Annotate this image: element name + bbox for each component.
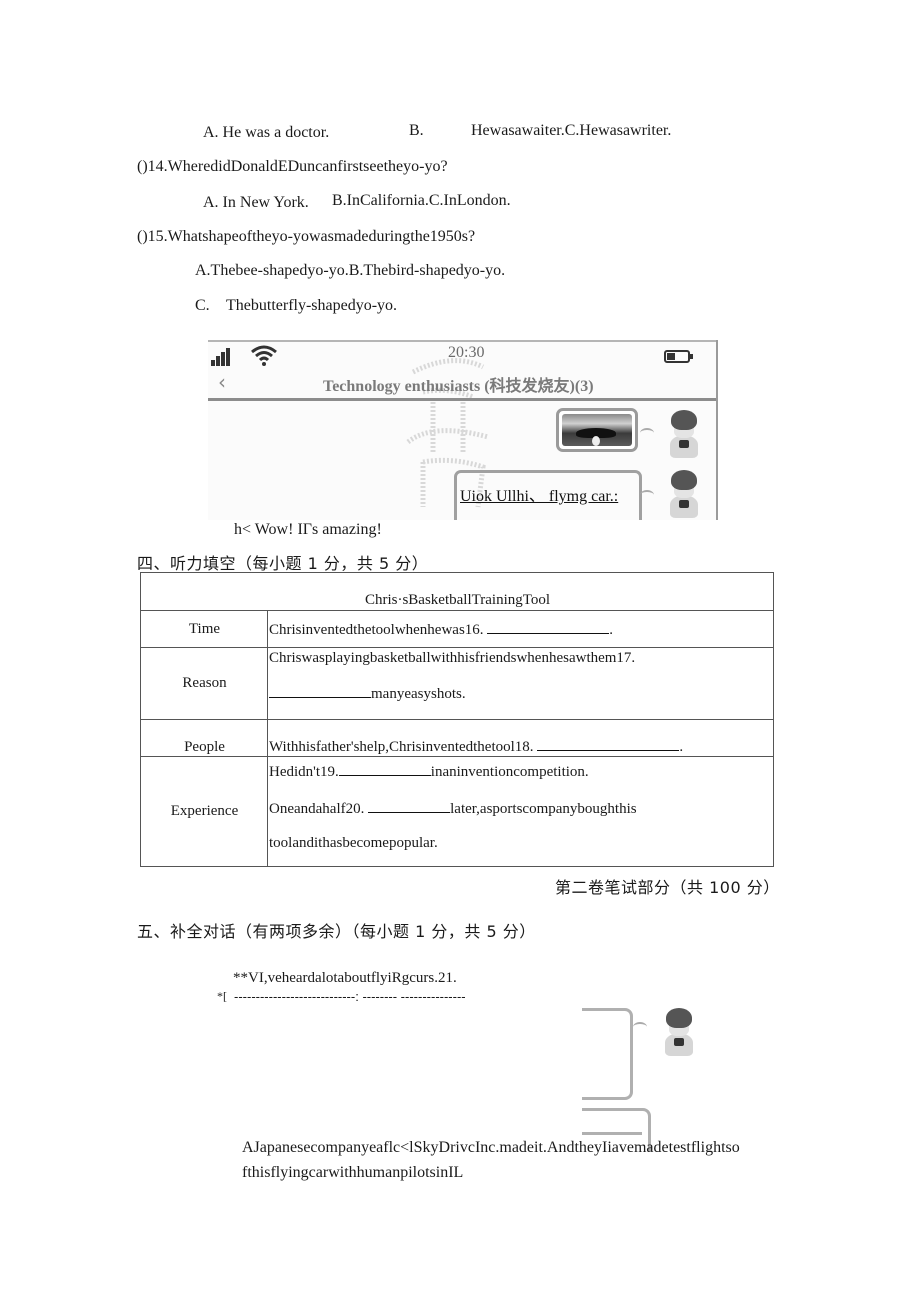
- avatar-boy[interactable]: [660, 1008, 698, 1056]
- answer-blank-16[interactable]: [487, 619, 610, 634]
- answer-blank-19[interactable]: [338, 761, 431, 776]
- answer-blank-18[interactable]: [537, 736, 680, 751]
- q15-stem: ()15.Whatshapeoftheyo-yowasmadeduringthe…: [137, 228, 476, 245]
- signal-bars-icon: [211, 348, 233, 366]
- section4-heading: 四、听力填空（每小题 1 分，共 5 分）: [137, 554, 429, 573]
- battery-level: [667, 353, 675, 360]
- row-content: Hedidn't19. inaninventioncompetition. One…: [267, 756, 774, 867]
- answer-blank-17[interactable]: [269, 683, 371, 698]
- avatar-boy[interactable]: [665, 410, 703, 458]
- table-row: Time Chrisinventedthetoolwhenhewas16. .: [140, 610, 774, 648]
- table-row: Reason Chriswasplayingbasketballwithhisf…: [140, 647, 774, 720]
- row-content: Chriswasplayingbasketballwithhisfriendsw…: [267, 647, 774, 720]
- q13-options-b-c: Hewasawaiter.C.Hewasawriter.: [471, 122, 672, 139]
- back-chevron-icon[interactable]: ‹: [218, 370, 226, 394]
- part2-note: 第二卷笔试部分（共 100 分）: [555, 878, 780, 897]
- image-message-bubble[interactable]: [556, 408, 638, 452]
- header-divider: [208, 398, 716, 401]
- bubble-tail: [640, 428, 654, 438]
- q15-option-c-label: C.: [195, 297, 210, 314]
- section5-heading: 五、补全对话（有两项多余）（每小题 1 分，共 5 分）: [137, 922, 536, 941]
- chat-title: Technology enthusiasts (科技发烧友)(3): [323, 378, 594, 395]
- answer-blank-20[interactable]: [368, 798, 451, 813]
- wifi-icon: [251, 345, 277, 366]
- q14-stem: ()14.WheredidDonaldEDuncanfirstseetheyo-…: [137, 158, 448, 175]
- answer-paragraph-line-2: fthisflyingcarwithhumanpilotsinIL: [242, 1164, 464, 1181]
- table-row: Experience Hedidn't19. inaninventioncompe…: [140, 756, 774, 867]
- battery-icon: [664, 350, 693, 363]
- row-content: Chrisinventedthetoolwhenhewas16. .: [267, 610, 774, 648]
- row-label: People: [140, 719, 268, 757]
- avatar-boy[interactable]: [665, 470, 703, 518]
- q15-options-a-b: A.Thebee-shapedyo-yo.B.Thebird-shapedyo-…: [195, 262, 506, 279]
- bubble-tail: [633, 1022, 647, 1032]
- row-label: Time: [140, 610, 268, 648]
- table-title: Chris·sBasketballTrainingTool: [140, 572, 774, 611]
- dialogue-line-2-prefix: *[: [217, 989, 227, 1003]
- row-content: Withhisfather'shelp,Chrisinventedthetool…: [267, 719, 774, 757]
- status-time: 20:30: [448, 344, 485, 361]
- answer-dashes-21[interactable]: ----------------------------: -------- -…: [234, 989, 466, 1004]
- q15-option-c: Thebutterfly-shapedyo-yo.: [226, 297, 398, 314]
- row-label: Experience: [140, 756, 268, 867]
- row-label: Reason: [140, 647, 268, 720]
- q13-option-a: A. He was a doctor.: [203, 124, 330, 141]
- q13-option-b-label: B.: [409, 122, 424, 139]
- q14-option-a: A. In New York.: [203, 194, 309, 211]
- bubble-tail: [640, 490, 654, 500]
- listening-fill-table: Chris·sBasketballTrainingTool Time Chris…: [140, 572, 774, 867]
- chat-screenshot: 20:30 ‹ Technology enthusiasts (科技发烧友)(3…: [208, 340, 718, 520]
- dialogue-line-1: **VI,veheardalotaboutflyiRgcurs.21.: [233, 970, 457, 986]
- text-message: Uiok Ullhi、 flymg car.:: [460, 488, 619, 505]
- table-row: People Withhisfather'shelp,Chrisinvented…: [140, 719, 774, 757]
- answer-paragraph-line-1: AJapanesecompanyeaflc<lSkyDrivcInc.madei…: [242, 1139, 740, 1156]
- flying-car-photo: [562, 414, 632, 446]
- q14-options-b-c: B.InCalifornia.C.InLondon.: [332, 192, 511, 209]
- chat-reply-line: h< Wow! IΓs amazing!: [234, 521, 382, 538]
